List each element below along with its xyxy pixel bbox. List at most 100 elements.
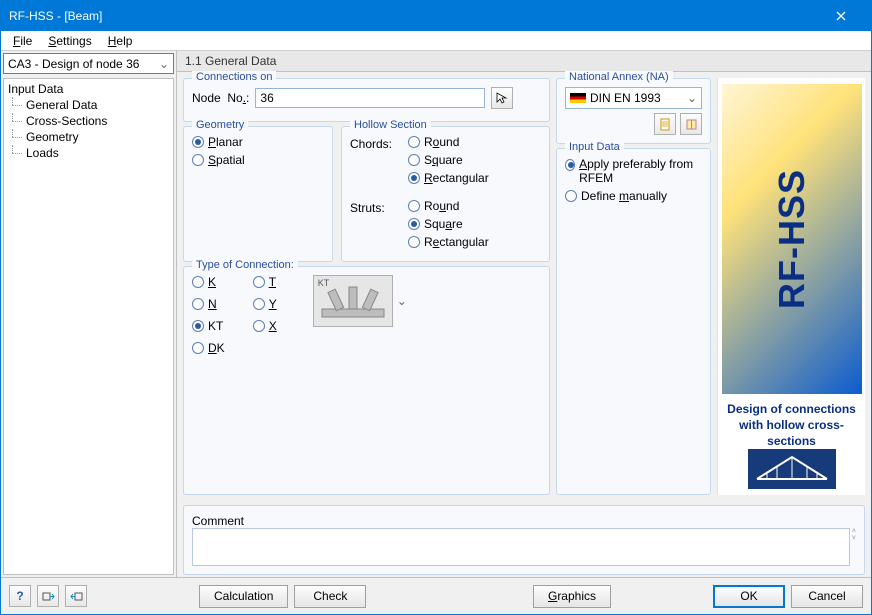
comment-group: Comment ˄˅	[183, 505, 865, 575]
case-selector[interactable]: CA3 - Design of node 36 ⌄	[3, 53, 174, 74]
export-button[interactable]	[37, 585, 59, 607]
radio-icon	[253, 320, 265, 332]
type-t-radio[interactable]: T	[253, 275, 277, 289]
calculation-button[interactable]: Calculation	[199, 585, 288, 608]
cancel-button[interactable]: Cancel	[791, 585, 863, 608]
chords-square-radio[interactable]: Square	[408, 153, 489, 167]
case-selector-value: CA3 - Design of node 36	[8, 57, 139, 71]
na-value: DIN EN 1993	[590, 91, 661, 105]
geometry-planar-radio[interactable]: Planar	[192, 135, 324, 149]
type-y-radio[interactable]: Y	[253, 297, 277, 311]
radio-icon	[408, 218, 420, 230]
comment-textarea[interactable]	[192, 528, 850, 566]
menubar: File Settings Help	[1, 31, 871, 51]
import-button[interactable]	[65, 585, 87, 607]
national-annex-group: National Annex (NA) DIN EN 1993 ⌄	[556, 78, 711, 144]
type-preview-label: KT	[318, 278, 330, 288]
na-select[interactable]: DIN EN 1993 ⌄	[565, 87, 702, 109]
window-title: RF-HSS - [Beam]	[9, 9, 818, 23]
chevron-up-icon: ˄	[852, 528, 856, 535]
hollow-legend: Hollow Section	[350, 119, 431, 131]
help-icon: ?	[16, 589, 23, 603]
struts-label: Struts:	[350, 199, 396, 253]
radio-icon	[192, 320, 204, 332]
radio-icon	[408, 236, 420, 248]
chevron-down-icon: ⌄	[687, 91, 697, 105]
radio-icon	[192, 154, 204, 166]
chords-round-radio[interactable]: Round	[408, 135, 489, 149]
connections-on-legend: Connections on	[192, 71, 276, 83]
brand-desc: Design of connections with hollow cross-…	[722, 402, 861, 449]
radio-icon	[408, 136, 420, 148]
menu-help[interactable]: Help	[100, 32, 141, 50]
book-icon	[685, 118, 698, 131]
na-edit-button[interactable]	[654, 113, 676, 135]
main-body: CA3 - Design of node 36 ⌄ Input Data Gen…	[1, 51, 871, 577]
panel-title: 1.1 General Data	[177, 51, 871, 72]
pick-node-button[interactable]	[491, 87, 513, 109]
help-button[interactable]: ?	[9, 585, 31, 607]
chevron-down-icon: ˅	[852, 535, 856, 542]
comment-legend: Comment	[192, 514, 856, 528]
struts-round-radio[interactable]: Round	[408, 199, 489, 213]
tree-item-general-data[interactable]: General Data	[6, 97, 171, 113]
app-window: RF-HSS - [Beam] File Settings Help CA3 -…	[0, 0, 872, 615]
chevron-down-icon: ⌄	[159, 57, 169, 71]
titlebar: RF-HSS - [Beam]	[1, 1, 871, 31]
chords-label: Chords:	[350, 135, 396, 189]
chords-rect-radio[interactable]: Rectangular	[408, 171, 489, 185]
radio-icon	[408, 154, 420, 166]
type-preview: KT	[313, 275, 393, 327]
brand-name: RF-HSS	[771, 169, 813, 309]
input-define-radio[interactable]: Define manually	[565, 189, 702, 203]
tree-item-loads[interactable]: Loads	[6, 145, 171, 161]
arrow-right-icon	[42, 590, 55, 603]
brand-panel: RF-HSS Design of connections with hollow…	[717, 78, 865, 495]
graphics-button[interactable]: Graphics	[533, 585, 611, 608]
struts-square-radio[interactable]: Square	[408, 217, 489, 231]
comment-scroll[interactable]: ˄˅	[852, 528, 856, 566]
close-button[interactable]	[818, 1, 863, 31]
check-button[interactable]: Check	[294, 585, 366, 608]
menu-file[interactable]: File	[5, 32, 40, 50]
form-left: Connections on Node No.: Geometry	[183, 78, 550, 495]
geometry-group: Geometry Planar Spatial	[183, 126, 333, 262]
radio-icon	[192, 342, 204, 354]
radio-icon	[565, 159, 575, 171]
radio-icon	[192, 276, 204, 288]
tree-item-geometry[interactable]: Geometry	[6, 129, 171, 145]
left-column: CA3 - Design of node 36 ⌄ Input Data Gen…	[1, 51, 177, 577]
tree-root[interactable]: Input Data	[6, 81, 171, 97]
type-kt-radio[interactable]: KT	[192, 319, 225, 333]
geometry-legend: Geometry	[192, 119, 248, 131]
type-preview-dropdown[interactable]: ⌄	[397, 294, 407, 308]
form-area: Connections on Node No.: Geometry	[177, 72, 871, 501]
input-apply-radio[interactable]: Apply preferably from RFEM	[565, 157, 702, 185]
brand-logo	[748, 449, 836, 489]
type-dk-radio[interactable]: DK	[192, 341, 225, 355]
geometry-spatial-radio[interactable]: Spatial	[192, 153, 324, 167]
node-no-label: Node No.:	[192, 91, 249, 105]
radio-icon	[565, 190, 577, 202]
type-x-radio[interactable]: X	[253, 319, 277, 333]
brand-image: RF-HSS	[722, 84, 862, 394]
input-data-legend: Input Data	[565, 141, 624, 153]
connections-on-group: Connections on Node No.:	[183, 78, 550, 122]
type-connection-group: Type of Connection: K N KT DK T	[183, 266, 550, 495]
input-data-group: Input Data Apply preferably from RFEM De…	[556, 148, 711, 495]
node-no-input[interactable]	[255, 88, 485, 108]
type-n-radio[interactable]: N	[192, 297, 225, 311]
struts-rect-radio[interactable]: Rectangular	[408, 235, 489, 249]
nav-tree: Input Data General Data Cross-Sections G…	[3, 78, 174, 575]
na-library-button[interactable]	[680, 113, 702, 135]
tree-item-cross-sections[interactable]: Cross-Sections	[6, 113, 171, 129]
form-right: National Annex (NA) DIN EN 1993 ⌄	[556, 78, 711, 495]
menu-settings[interactable]: Settings	[40, 32, 99, 50]
ok-button[interactable]: OK	[713, 585, 785, 608]
footer: ? Calculation Check Graphics OK Cancel	[1, 577, 871, 614]
center-column: 1.1 General Data Connections on Node No.…	[177, 51, 871, 577]
arrow-left-icon	[70, 590, 83, 603]
radio-icon	[253, 298, 265, 310]
cursor-icon	[495, 91, 509, 105]
type-k-radio[interactable]: K	[192, 275, 225, 289]
